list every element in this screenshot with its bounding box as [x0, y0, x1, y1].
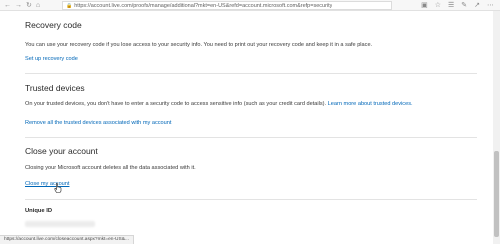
section-divider	[25, 199, 477, 200]
page-content: Recovery code You can use your recovery …	[0, 11, 493, 244]
url-text[interactable]: https://account.live.com/proofs/manage/a…	[74, 3, 332, 9]
vertical-scrollbar[interactable]	[493, 11, 500, 244]
status-bar-url: https://account.live.com/closeaccount.as…	[0, 235, 134, 244]
recovery-code-description: You can use your recovery code if you lo…	[25, 42, 373, 48]
learn-more-trusted-devices-link[interactable]: Learn more about trusted devices.	[328, 101, 413, 107]
close-my-account-link[interactable]: Close my account	[25, 181, 69, 187]
browser-actions: ▣ ☆ ☰ ✎ ↗ ⋯	[414, 0, 494, 11]
trusted-devices-text: On your trusted devices, you don't have …	[25, 101, 327, 107]
home-icon[interactable]: ⌂	[36, 0, 40, 11]
forward-icon[interactable]: →	[15, 0, 22, 11]
recovery-code-title: Recovery code	[25, 20, 82, 30]
remove-trusted-devices-link[interactable]: Remove all the trusted devices associate…	[25, 120, 171, 126]
refresh-icon[interactable]: ↻	[26, 0, 32, 11]
hand-cursor-icon	[54, 183, 62, 193]
trusted-devices-title: Trusted devices	[25, 83, 85, 93]
set-up-recovery-code-link[interactable]: Set up recovery code	[25, 56, 78, 62]
favorites-list-icon[interactable]: ☰	[448, 0, 454, 11]
pen-icon[interactable]: ✎	[461, 0, 467, 11]
section-divider	[25, 137, 477, 138]
close-account-title: Close your account	[25, 146, 98, 156]
address-bar: ← → ↻ ⌂ 🔒 https://account.live.com/proof…	[0, 0, 500, 11]
favorite-star-icon[interactable]: ☆	[435, 0, 441, 11]
more-icon[interactable]: ⋯	[487, 0, 494, 11]
nav-controls: ← → ↻ ⌂	[4, 0, 44, 11]
browser-window: ← → ↻ ⌂ 🔒 https://account.live.com/proof…	[0, 0, 500, 244]
url-field[interactable]: 🔒 https://account.live.com/proofs/manage…	[62, 1, 392, 10]
reading-view-icon[interactable]: ▣	[421, 0, 428, 11]
share-icon[interactable]: ↗	[474, 0, 480, 11]
lock-icon: 🔒	[66, 2, 73, 9]
trusted-devices-description: On your trusted devices, you don't have …	[25, 101, 413, 107]
close-account-description: Closing your Microsoft account deletes a…	[25, 165, 196, 171]
scrollbar-thumb[interactable]	[494, 151, 499, 237]
section-divider	[25, 73, 477, 74]
unique-id-label: Unique ID	[25, 208, 53, 214]
unique-id-value-redacted	[25, 221, 95, 227]
back-icon[interactable]: ←	[4, 0, 11, 11]
